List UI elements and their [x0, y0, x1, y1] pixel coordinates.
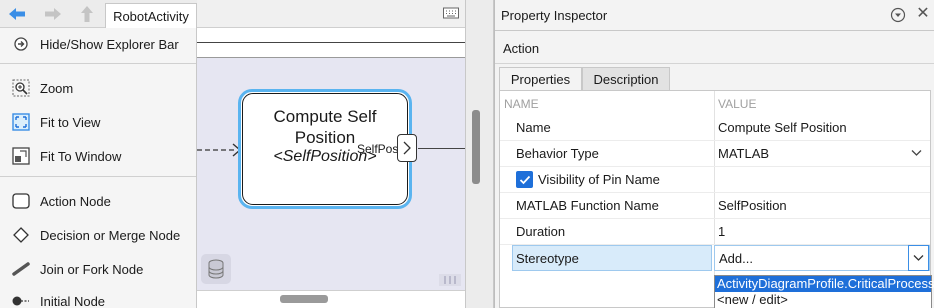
data-store-button[interactable] [201, 254, 231, 284]
palette-item-initial-node[interactable]: Initial Node [0, 286, 196, 308]
back-arrow-icon [9, 8, 25, 20]
up-button[interactable] [76, 4, 98, 24]
title-divider [495, 30, 934, 31]
app-window: RobotActivity Hide/Show Explorer Bar Zoo… [0, 0, 934, 308]
forward-arrow-icon [45, 8, 61, 20]
chevron-circle-down-icon[interactable] [890, 7, 906, 23]
database-icon [208, 259, 224, 279]
column-header-name: NAME [504, 97, 539, 111]
palette-item-zoom[interactable]: Zoom [0, 73, 196, 103]
horizontal-scrollbar-thumb[interactable] [280, 295, 328, 303]
property-inspector: Property Inspector ✕ Action Properties D… [494, 0, 934, 308]
dropdown-option[interactable]: <new / edit> [715, 292, 931, 308]
decision-node-icon [12, 226, 30, 244]
zoom-icon [12, 79, 30, 97]
palette-item-fit-to-view[interactable]: Fit to View [0, 107, 196, 137]
stereotype-combobox[interactable]: Add... [714, 245, 930, 271]
palette-item-decision-node[interactable]: Decision or Merge Node [0, 220, 196, 250]
swimlane-line [197, 42, 465, 43]
vertical-scrollbar-thumb[interactable] [472, 110, 480, 184]
property-row-function-name[interactable]: MATLAB Function Name SelfPosition [500, 193, 930, 219]
property-value[interactable]: SelfPosition [718, 198, 787, 213]
stereotype-combobox-value: Add... [719, 251, 753, 266]
navigation-bar: RobotActivity [0, 0, 197, 28]
palette-item-label: Initial Node [40, 293, 106, 308]
checkmark-icon [519, 175, 530, 184]
swimlane-header [197, 28, 465, 58]
element-type-label: Action [503, 41, 540, 56]
close-icon[interactable]: ✕ [915, 6, 931, 22]
palette-item-label: Decision or Merge Node [40, 227, 181, 243]
property-name: Stereotype [516, 251, 579, 266]
stereotype-name-cell: Stereotype [512, 245, 712, 271]
property-name: Behavior Type [516, 146, 599, 161]
palette-item-label: Join or Fork Node [40, 261, 144, 277]
action-node-icon [12, 192, 30, 210]
forward-button[interactable] [42, 4, 64, 24]
chevron-right-icon [403, 141, 411, 155]
explorer-bar-icon [12, 35, 30, 53]
dropdown-option[interactable]: ActivityDiagramProfile.CriticalProcess [715, 276, 934, 292]
inspector-title: Property Inspector [501, 8, 608, 23]
column-header-value: VALUE [718, 97, 757, 111]
tab-properties[interactable]: Properties [499, 67, 582, 90]
property-value[interactable]: Compute Self Position [718, 120, 847, 135]
canvas-horizontal-scroll-track [197, 290, 465, 308]
visibility-label: Visibility of Pin Name [538, 172, 660, 187]
property-name: Duration [516, 224, 566, 239]
property-row-stereotype[interactable]: Stereotype Add... [500, 245, 930, 271]
palette-divider [0, 176, 196, 177]
property-name: MATLAB Function Name [516, 198, 659, 213]
fit-to-view-icon [12, 113, 30, 131]
chevron-down-icon [911, 150, 922, 156]
initial-node-icon [12, 292, 30, 308]
property-row-behavior-type[interactable]: Behavior Type MATLAB [500, 141, 930, 167]
output-pin-label: SelfPos [357, 142, 399, 156]
output-pin[interactable] [397, 134, 417, 162]
stereotype-dropdown-list: ActivityDiagramProfile.CriticalProcess <… [714, 275, 934, 308]
palette-panel: RobotActivity Hide/Show Explorer Bar Zoo… [0, 0, 197, 308]
breadcrumb-robot-activity[interactable]: RobotActivity [105, 3, 197, 28]
property-table: NAME VALUE Name Compute Self Position Be… [499, 90, 934, 308]
join-fork-icon [12, 260, 30, 278]
visibility-checkbox[interactable] [516, 171, 533, 188]
canvas-toolbar [197, 0, 465, 28]
subtitle-divider [495, 63, 934, 64]
tab-description[interactable]: Description [582, 67, 670, 90]
resize-grip-icon[interactable] [439, 274, 461, 286]
behavior-type-select[interactable]: MATLAB [714, 141, 930, 167]
palette-item-action-node[interactable]: Action Node [0, 186, 196, 216]
property-value[interactable]: 1 [718, 224, 725, 239]
panel-splitter[interactable] [465, 0, 494, 308]
property-value: MATLAB [718, 146, 770, 161]
up-arrow-icon [81, 6, 93, 22]
diagram-canvas[interactable]: Compute Self Position <SelfPosition> Sel… [197, 0, 465, 308]
property-row-visibility[interactable]: Visibility of Pin Name [500, 167, 930, 193]
fit-to-window-icon [12, 147, 30, 165]
palette-item-explorer-bar[interactable]: Hide/Show Explorer Bar [0, 29, 196, 59]
back-button[interactable] [6, 4, 28, 24]
palette-item-label: Hide/Show Explorer Bar [40, 36, 179, 52]
chevron-down-icon [913, 255, 924, 261]
palette-item-label: Action Node [40, 193, 111, 209]
palette-item-label: Fit to View [40, 114, 101, 130]
palette-item-label: Zoom [40, 80, 74, 96]
property-row-duration[interactable]: Duration 1 [500, 219, 930, 245]
palette-divider [0, 63, 196, 64]
outgoing-flow-edge[interactable] [418, 148, 465, 149]
stereotype-dropdown-button[interactable] [908, 245, 929, 271]
keyboard-icon[interactable] [443, 7, 459, 19]
property-name: Name [516, 120, 551, 135]
palette-item-label: Fit To Window [40, 148, 122, 164]
palette-item-fit-to-window[interactable]: Fit To Window [0, 141, 196, 171]
property-row-name[interactable]: Name Compute Self Position [500, 115, 930, 141]
palette-item-join-fork[interactable]: Join or Fork Node [0, 254, 196, 284]
